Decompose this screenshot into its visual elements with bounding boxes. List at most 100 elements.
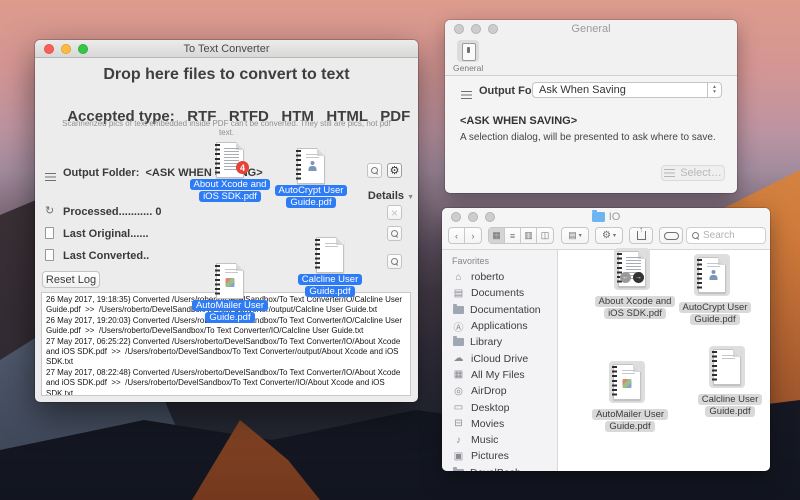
- minimize-button[interactable]: [471, 24, 481, 34]
- preferences-header: General General: [445, 20, 737, 76]
- arrange-button[interactable]: ▤▾: [561, 227, 589, 244]
- tag-icon: [664, 232, 679, 240]
- view-switcher: ▦ ≡ ▥ ◫: [488, 227, 554, 244]
- pdf-file-icon: [216, 263, 244, 299]
- gear-icon: ⚙: [390, 164, 400, 177]
- tag-button[interactable]: [659, 227, 683, 244]
- converter-titlebar[interactable]: To Text Converter: [35, 40, 418, 58]
- pdf-file-icon: [297, 148, 325, 184]
- zoom-button[interactable]: [78, 44, 88, 54]
- nav-buttons: ‹ ›: [448, 227, 482, 244]
- refresh-icon: ↻: [45, 204, 54, 217]
- pictures-icon: ▣: [452, 451, 465, 462]
- file-label: AutoMailer UserGuide.pdf: [175, 300, 285, 323]
- sidebar-item-develbash[interactable]: DevelBash: [442, 465, 557, 471]
- pdf-file-icon: [613, 364, 641, 400]
- search-converted-button[interactable]: [387, 254, 402, 269]
- sidebar-item-all-my-files[interactable]: ▦All My Files: [442, 367, 557, 383]
- last-original-row: Last Original......: [63, 228, 149, 240]
- home-icon: ⌂: [452, 272, 465, 283]
- search-original-button[interactable]: [387, 226, 402, 241]
- minimize-button[interactable]: [468, 212, 478, 222]
- file-label: Calcline UserGuide.pdf: [675, 394, 770, 417]
- clear-button[interactable]: ×: [387, 205, 402, 220]
- desktop: To Text Converter Drop here files to con…: [0, 0, 800, 500]
- sidebar-item-roberto[interactable]: ⌂roberto: [442, 269, 557, 285]
- column-view-button[interactable]: ▥: [521, 228, 537, 243]
- select-folder-button[interactable]: Select…: [661, 165, 725, 181]
- sidebar-item-movies[interactable]: ⊟Movies: [442, 416, 557, 432]
- reset-log-button[interactable]: Reset Log: [42, 271, 100, 288]
- close-button[interactable]: [44, 44, 54, 54]
- close-button[interactable]: [454, 24, 464, 34]
- page-back-overlay-icon: ←: [620, 272, 631, 283]
- coverflow-view-button[interactable]: ◫: [537, 228, 553, 243]
- processed-count: 0: [155, 206, 161, 218]
- document-icon: ▤: [452, 288, 465, 299]
- sidebar-item-icloud-drive[interactable]: ☁iCloud Drive: [442, 350, 557, 366]
- dropdown-icon: ▾: [613, 232, 616, 239]
- pdf-file-icon: [316, 237, 344, 273]
- icon-view-button[interactable]: ▦: [489, 228, 505, 243]
- list-view-button[interactable]: ≡: [505, 228, 521, 243]
- movies-icon: ⊟: [452, 418, 465, 429]
- preferences-window: General General Output Folder: Ask When …: [445, 20, 737, 193]
- file-item-about-xcode[interactable]: 4 About Xcode andiOS SDK.pdf: [216, 142, 244, 178]
- share-button[interactable]: [629, 227, 653, 244]
- list-icon: [664, 169, 675, 177]
- stack-icon: ▦: [452, 369, 465, 380]
- back-button[interactable]: ‹: [449, 228, 465, 243]
- desktop-icon: ▭: [452, 402, 465, 413]
- caret-down-icon: ▼: [407, 194, 414, 201]
- sidebar-item-applications[interactable]: ⒶApplications: [442, 318, 557, 334]
- forward-button[interactable]: ›: [465, 228, 481, 243]
- sidebar-item-documentation[interactable]: Documentation: [442, 302, 557, 318]
- file-item-autocrypt[interactable]: AutoCrypt UserGuide.pdf: [297, 148, 325, 184]
- pdf-file-icon: ← →: [618, 251, 646, 287]
- file-label: AutoCrypt UserGuide.pdf: [660, 302, 770, 325]
- dropdown-icon: ▾: [579, 232, 582, 239]
- sidebar-item-library[interactable]: Library: [442, 334, 557, 350]
- finder-sidebar: Favorites ⌂roberto ▤Documents Documentat…: [442, 250, 558, 471]
- share-icon: [637, 231, 646, 240]
- ask-when-saving-description: A selection dialog, will be presented to…: [460, 132, 716, 143]
- minimize-button[interactable]: [61, 44, 71, 54]
- pdf-file-icon: [713, 349, 741, 385]
- sidebar-item-desktop[interactable]: ▭Desktop: [442, 399, 557, 415]
- selection-highlight: ← →: [614, 248, 650, 290]
- zoom-button[interactable]: [488, 24, 498, 34]
- toolbar-tab-general[interactable]: General: [453, 40, 483, 73]
- sidebar-item-music[interactable]: ♪Music: [442, 432, 557, 448]
- zoom-button[interactable]: [485, 212, 495, 222]
- close-button[interactable]: [451, 212, 461, 222]
- arrange-icon: ▤: [568, 230, 577, 241]
- count-badge: 4: [236, 161, 249, 174]
- sidebar-item-pictures[interactable]: ▣Pictures: [442, 448, 557, 464]
- cloud-icon: ☁: [452, 353, 465, 364]
- file-item-automailer[interactable]: AutoMailer UserGuide.pdf: [216, 263, 244, 299]
- sidebar-item-documents[interactable]: ▤Documents: [442, 285, 557, 301]
- folder-icon: [453, 338, 464, 346]
- search-input[interactable]: [703, 230, 759, 241]
- airdrop-icon: ◎: [452, 386, 465, 397]
- details-disclosure[interactable]: Details ▼: [358, 190, 414, 202]
- settings-button[interactable]: ⚙: [387, 163, 402, 178]
- output-folder-popup[interactable]: Ask When Saving ▴▾: [532, 82, 722, 98]
- finder-header: IO ‹ › ▦ ≡ ▥ ◫ ▤▾ ⚙▾: [442, 208, 770, 250]
- converter-window: To Text Converter Drop here files to con…: [35, 40, 418, 402]
- scan-warning-note: Scannerized pics of text embedded inside…: [55, 119, 398, 137]
- music-icon: ♪: [452, 435, 465, 446]
- action-button[interactable]: ⚙▾: [595, 227, 623, 244]
- search-field[interactable]: [686, 227, 766, 244]
- output-folder-icon: [461, 86, 472, 104]
- window-title: To Text Converter: [183, 43, 269, 55]
- sidebar-item-airdrop[interactable]: ◎AirDrop: [442, 383, 557, 399]
- file-item-calcline[interactable]: Calcline UserGuide.pdf: [316, 237, 344, 273]
- preferences-titlebar[interactable]: General: [445, 20, 737, 38]
- search-output-button[interactable]: [367, 163, 382, 178]
- processed-row: Processed........... 0: [63, 206, 161, 218]
- ask-when-saving-heading: <ASK WHEN SAVING>: [460, 115, 577, 127]
- last-converted-doc-icon: [45, 248, 54, 266]
- search-icon: [391, 230, 399, 238]
- output-folder-icon: [45, 168, 56, 186]
